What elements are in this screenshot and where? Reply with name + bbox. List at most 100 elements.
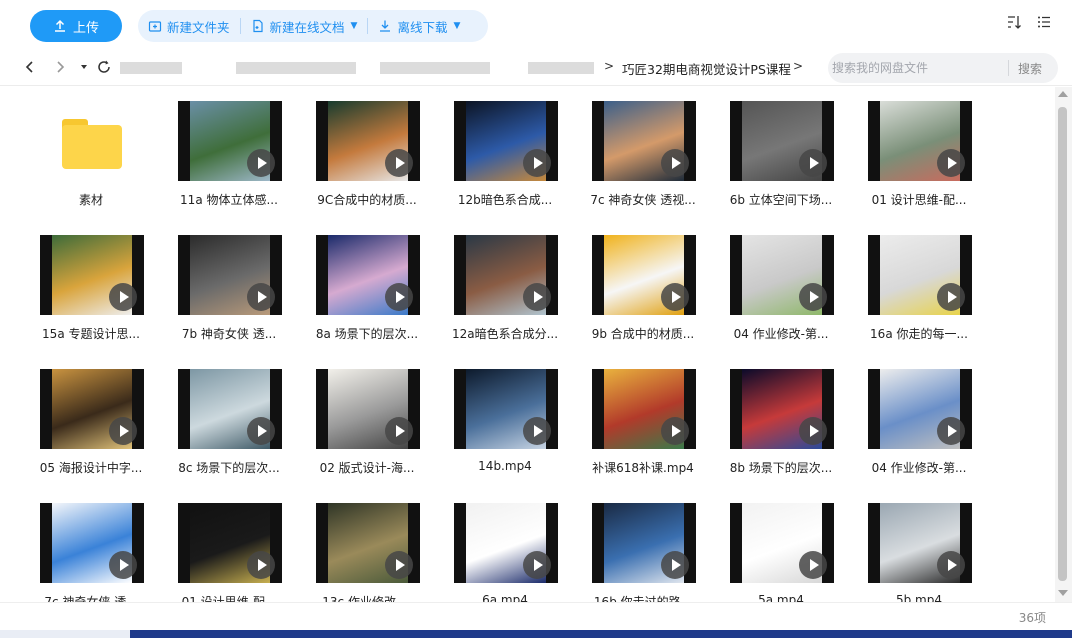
play-icon[interactable] — [109, 283, 137, 311]
video-thumbnail — [178, 235, 282, 315]
video-file-item[interactable]: 6a.mp4 — [436, 503, 574, 602]
breadcrumb-hidden-segment[interactable] — [528, 62, 594, 74]
play-icon[interactable] — [523, 417, 551, 445]
taskbar-strip — [0, 630, 1072, 638]
scroll-up-arrow-icon[interactable] — [1058, 91, 1068, 97]
sort-icon[interactable] — [1006, 14, 1022, 30]
list-view-icon[interactable] — [1036, 14, 1052, 30]
video-file-item[interactable]: 01 设计思维-配... — [850, 101, 988, 235]
file-name: 8b 场景下的层次... — [729, 461, 833, 475]
play-icon[interactable] — [799, 551, 827, 579]
video-file-item[interactable]: 04 作业修改-第... — [850, 369, 988, 503]
file-name: 素材 — [78, 193, 103, 207]
play-icon[interactable] — [799, 149, 827, 177]
play-icon[interactable] — [523, 551, 551, 579]
play-icon[interactable] — [661, 417, 689, 445]
file-name: 11a 物体立体感... — [180, 193, 278, 207]
video-thumbnail — [730, 369, 834, 449]
new-online-doc-button[interactable]: 新建在线文档 ▼ — [241, 10, 368, 42]
video-file-item[interactable]: 7c 神奇女侠 透... — [22, 503, 160, 602]
play-icon[interactable] — [661, 149, 689, 177]
play-icon[interactable] — [937, 149, 965, 177]
search-input[interactable] — [832, 55, 1002, 81]
file-grid-area: 素材 11a 物体立体感... 9C合成中的材质... 12b暗色系合成... 7c 神… — [0, 87, 1055, 602]
breadcrumb-hidden-segment[interactable] — [236, 62, 356, 74]
video-file-item[interactable]: 8c 场景下的层次... — [160, 369, 298, 503]
folder-item[interactable]: 素材 — [22, 101, 160, 235]
offline-download-label: 离线下载 — [397, 19, 448, 35]
video-thumbnail — [730, 503, 834, 583]
video-file-item[interactable]: 补课618补课.mp4 — [574, 369, 712, 503]
video-file-item[interactable]: 7c 神奇女侠 透视... — [574, 101, 712, 235]
file-name: 7c 神奇女侠 透... — [44, 595, 138, 602]
play-icon[interactable] — [385, 417, 413, 445]
play-icon[interactable] — [385, 149, 413, 177]
video-file-item[interactable]: 16a 你走的每一... — [850, 235, 988, 369]
video-file-item[interactable]: 12a暗色系合成分... — [436, 235, 574, 369]
file-name: 8a 场景下的层次... — [315, 327, 419, 341]
upload-button[interactable]: 上传 — [30, 10, 122, 42]
video-file-item[interactable]: 15a 专题设计思... — [22, 235, 160, 369]
play-icon[interactable] — [247, 417, 275, 445]
play-icon[interactable] — [937, 283, 965, 311]
scroll-down-arrow-icon[interactable] — [1058, 590, 1068, 596]
play-icon[interactable] — [661, 551, 689, 579]
play-icon[interactable] — [661, 283, 689, 311]
breadcrumb-current-folder[interactable]: 巧匠32期电商视觉设计PS课程 — [622, 59, 791, 78]
play-icon[interactable] — [523, 149, 551, 177]
play-icon[interactable] — [247, 283, 275, 311]
video-file-item[interactable]: 8b 场景下的层次... — [712, 369, 850, 503]
breadcrumb-separator-icon: > — [793, 59, 804, 73]
file-name: 6b 立体空间下场... — [729, 193, 833, 207]
file-name: 16a 你走的每一... — [870, 327, 968, 341]
history-dropdown-icon[interactable] — [76, 59, 92, 75]
forward-icon[interactable] — [52, 59, 68, 75]
offline-download-button[interactable]: 离线下载 ▼ — [368, 10, 470, 42]
breadcrumb-hidden-segment[interactable] — [120, 62, 182, 74]
refresh-icon[interactable] — [96, 59, 112, 75]
video-file-item[interactable]: 9b 合成中的材质... — [574, 235, 712, 369]
video-file-item[interactable]: 11a 物体立体感... — [160, 101, 298, 235]
video-file-item[interactable]: 16b 你走过的路... — [574, 503, 712, 602]
file-name: 16b 你走过的路... — [593, 595, 693, 602]
video-file-item[interactable]: 01 设计思维-配... — [160, 503, 298, 602]
file-name: 补课618补课.mp4 — [592, 461, 694, 475]
video-file-item[interactable]: 05 海报设计中字... — [22, 369, 160, 503]
video-thumbnail — [40, 235, 144, 315]
play-icon[interactable] — [247, 149, 275, 177]
play-icon[interactable] — [937, 417, 965, 445]
video-file-item[interactable]: 5b.mp4 — [850, 503, 988, 602]
video-file-item[interactable]: 14b.mp4 — [436, 369, 574, 503]
play-icon[interactable] — [109, 417, 137, 445]
video-file-item[interactable]: 04 作业修改-第... — [712, 235, 850, 369]
breadcrumb-hidden-segment[interactable] — [380, 62, 490, 74]
scrollbar-thumb[interactable] — [1058, 107, 1067, 581]
video-thumbnail — [316, 235, 420, 315]
play-icon[interactable] — [523, 283, 551, 311]
video-thumbnail — [868, 369, 972, 449]
search-divider — [1008, 60, 1009, 76]
video-file-item[interactable]: 13c 作业修改-... — [298, 503, 436, 602]
video-thumbnail — [178, 369, 282, 449]
video-file-item[interactable]: 6b 立体空间下场... — [712, 101, 850, 235]
new-folder-button[interactable]: 新建文件夹 — [138, 10, 240, 42]
navigation-bar: > 巧匠32期电商视觉设计PS课程 > 搜索 — [0, 50, 1072, 86]
search-button[interactable]: 搜索 — [1018, 60, 1042, 77]
video-file-item[interactable]: 7b 神奇女侠 透... — [160, 235, 298, 369]
play-icon[interactable] — [799, 417, 827, 445]
play-icon[interactable] — [247, 551, 275, 579]
video-file-item[interactable]: 02 版式设计-海... — [298, 369, 436, 503]
file-grid: 素材 11a 物体立体感... 9C合成中的材质... 12b暗色系合成... 7c 神… — [22, 101, 1052, 602]
video-file-item[interactable]: 8a 场景下的层次... — [298, 235, 436, 369]
play-icon[interactable] — [109, 551, 137, 579]
back-icon[interactable] — [22, 59, 38, 75]
status-bar: 36项 — [0, 602, 1072, 630]
video-thumbnail — [178, 101, 282, 181]
play-icon[interactable] — [937, 551, 965, 579]
play-icon[interactable] — [385, 551, 413, 579]
video-file-item[interactable]: 12b暗色系合成... — [436, 101, 574, 235]
play-icon[interactable] — [799, 283, 827, 311]
video-file-item[interactable]: 9C合成中的材质... — [298, 101, 436, 235]
video-file-item[interactable]: 5a.mp4 — [712, 503, 850, 602]
play-icon[interactable] — [385, 283, 413, 311]
